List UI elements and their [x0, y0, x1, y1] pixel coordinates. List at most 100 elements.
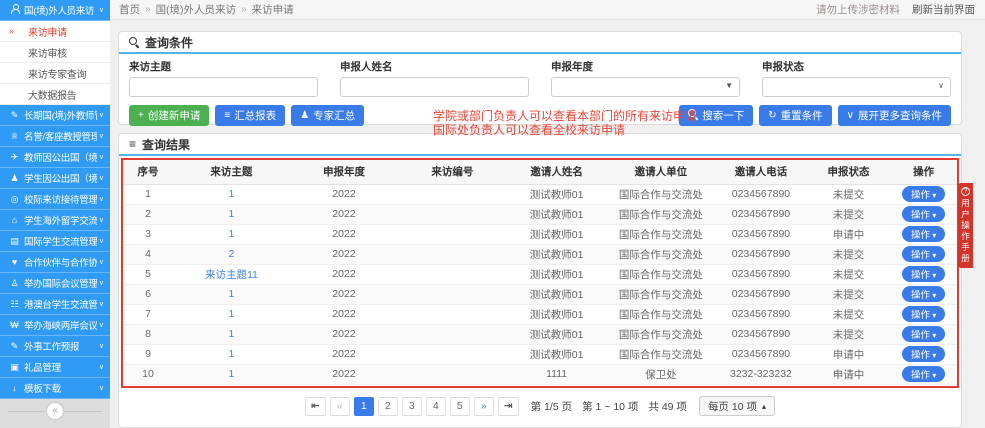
sidebar-item[interactable]: 来访审核: [0, 42, 110, 63]
student-icon: ♟: [8, 173, 21, 184]
page-number-button[interactable]: 1: [354, 397, 374, 416]
row-action-button[interactable]: 操作 ▾: [902, 346, 945, 362]
visit-topic-link[interactable]: 2: [228, 248, 234, 260]
sidebar-item[interactable]: ✎长期国(境)外教师管理∨: [0, 105, 110, 126]
sidebar-item[interactable]: 大数据报告: [0, 84, 110, 105]
page-first-button[interactable]: ⇤: [305, 397, 326, 416]
refresh-page-link[interactable]: 刷新当前界面: [912, 2, 975, 17]
row-action-button[interactable]: 操作 ▾: [902, 286, 945, 302]
plane-icon: ✈: [8, 152, 21, 163]
field-label: 申报人姓名: [340, 59, 529, 74]
row-action-button[interactable]: 操作 ▾: [902, 266, 945, 282]
row-action-button[interactable]: 操作 ▾: [902, 226, 945, 242]
applicant-name-field[interactable]: [340, 77, 529, 97]
row-action-button[interactable]: 操作 ▾: [902, 306, 945, 322]
sidebar-item[interactable]: ♙举办国际会议管理∨: [0, 273, 110, 294]
row-action-button[interactable]: 操作 ▾: [902, 206, 945, 222]
cell-inviter-unit: 国际合作与交流处: [607, 264, 715, 284]
form-group: 申报人姓名: [340, 59, 529, 97]
cell-year: 2022: [290, 364, 398, 384]
page-prev-button[interactable]: «: [330, 397, 350, 416]
sidebar-item[interactable]: »来访申请: [0, 21, 110, 42]
sidebar-menu: 国(境)外人员来访∨»来访申请来访审核来访专家查询大数据报告✎长期国(境)外教师…: [0, 0, 110, 399]
column-header: 邀请人单位: [607, 160, 715, 184]
trophy-icon: ♕: [8, 131, 21, 142]
chevron-down-icon: ∨: [99, 384, 104, 392]
sidebar-item[interactable]: ⌂学生海外留学交流管理∨: [0, 210, 110, 231]
visit-topic-link[interactable]: 1: [228, 288, 234, 300]
cell-status: 未提交: [807, 204, 890, 224]
visit-topic-link[interactable]: 1: [228, 228, 234, 240]
cell-seq: 9: [123, 344, 173, 364]
page-next-button[interactable]: »: [474, 397, 494, 416]
expert-summary-button[interactable]: ♟专家汇总: [291, 105, 364, 126]
app-window: 国(境)外人员来访∨»来访申请来访审核来访专家查询大数据报告✎长期国(境)外教师…: [0, 0, 985, 428]
sidebar-item[interactable]: ₩举办海峡两岸会议申报∨: [0, 315, 110, 336]
sidebar-item-label: 长期国(境)外教师管理: [24, 108, 97, 122]
visit-topic-link[interactable]: 1: [228, 368, 234, 380]
cell-seq: 1: [123, 184, 173, 204]
field-label: 申报年度: [551, 59, 740, 74]
page-last-button[interactable]: ⇥: [498, 397, 519, 416]
visit-topic-link[interactable]: 1: [228, 328, 234, 340]
user-manual-tab-label: 户: [961, 209, 970, 219]
sidebar-item-label: 学生因公出国（境）管理: [24, 171, 97, 185]
sidebar-item[interactable]: ▤国际学生交流管理∨: [0, 231, 110, 252]
reset-conditions-button[interactable]: ↻重置条件: [759, 105, 831, 126]
summary-report-button[interactable]: ≡汇总报表: [215, 105, 285, 126]
create-application-button[interactable]: +创建新申请: [129, 105, 209, 126]
page-number-button[interactable]: 2: [378, 397, 398, 416]
cell-inviter-unit: 国际合作与交流处: [607, 204, 715, 224]
page-number-button[interactable]: 5: [450, 397, 470, 416]
visit-topic-link[interactable]: 1: [228, 348, 234, 360]
expand-more-conditions-button[interactable]: ∨展开更多查询条件: [838, 105, 951, 126]
sidebar-item[interactable]: ✈教师因公出国（境）管理∨: [0, 147, 110, 168]
cell-topic: 1: [173, 184, 290, 204]
table-body: 112022测试教师01国际合作与交流处0234567890未提交操作 ▾212…: [123, 184, 957, 384]
breadcrumb: 首页»国(境)外人员来访»来访申请: [110, 2, 294, 17]
sidebar-collapse-button[interactable]: «: [47, 403, 63, 419]
report-status-field[interactable]: ∨: [762, 77, 951, 97]
breadcrumb-item[interactable]: 首页: [119, 2, 140, 17]
page-number-button[interactable]: 4: [426, 397, 446, 416]
visit-topic-field[interactable]: [129, 77, 318, 97]
column-header: 申报状态: [807, 160, 890, 184]
pagination-info-segment: 共 49 项: [648, 399, 687, 414]
cell-year: 2022: [290, 244, 398, 264]
sidebar-item[interactable]: ♕名誉/客座教授管理∨: [0, 126, 110, 147]
report-year-field[interactable]: ▼: [551, 77, 740, 97]
visit-topic-link[interactable]: 1: [228, 308, 234, 320]
cell-topic: 1: [173, 284, 290, 304]
sidebar-item[interactable]: ♥合作伙伴与合作协议管理∨: [0, 252, 110, 273]
visit-topic-link[interactable]: 1: [228, 208, 234, 220]
sidebar-item[interactable]: ☷港澳台学生交流管理∨: [0, 294, 110, 315]
cell-action: 操作 ▾: [890, 184, 957, 204]
query-panel-title: 查询条件: [145, 34, 193, 51]
action-label: 操作: [911, 290, 930, 301]
row-action-button[interactable]: 操作 ▾: [902, 366, 945, 382]
sidebar-item[interactable]: 来访专家查询: [0, 63, 110, 84]
sidebar-item[interactable]: ◎校际来访接待管理∨: [0, 189, 110, 210]
sidebar-item[interactable]: ✎外事工作预报∨: [0, 336, 110, 357]
cell-inviter-phone: 0234567890: [715, 244, 807, 264]
row-action-button[interactable]: 操作 ▾: [902, 186, 945, 202]
visit-topic-link[interactable]: 1: [228, 188, 234, 200]
sidebar-item[interactable]: ▣礼品管理∨: [0, 357, 110, 378]
row-action-button[interactable]: 操作 ▾: [902, 326, 945, 342]
cell-action: 操作 ▾: [890, 304, 957, 324]
visit-topic-link[interactable]: 来访主题11: [205, 269, 258, 281]
sidebar-item[interactable]: ↓模板下载∨: [0, 378, 110, 399]
chevron-down-icon: ∨: [99, 300, 104, 308]
results-panel-header: ≡ 查询结果: [119, 134, 961, 156]
sidebar-item[interactable]: 国(境)外人员来访∨: [0, 0, 110, 21]
page-size-dropdown[interactable]: 每页 10 项▴: [699, 396, 775, 416]
cell-action: 操作 ▾: [890, 204, 957, 224]
row-action-button[interactable]: 操作 ▾: [902, 246, 945, 262]
action-label: 操作: [911, 330, 930, 341]
cell-visit-no: [398, 344, 506, 364]
chevron-down-icon: ∨: [99, 153, 104, 161]
breadcrumb-item[interactable]: 国(境)外人员来访: [156, 2, 237, 17]
user-manual-tab[interactable]: ? 用户操作手册: [958, 183, 973, 268]
page-number-button[interactable]: 3: [402, 397, 422, 416]
sidebar-item[interactable]: ♟学生因公出国（境）管理∨: [0, 168, 110, 189]
